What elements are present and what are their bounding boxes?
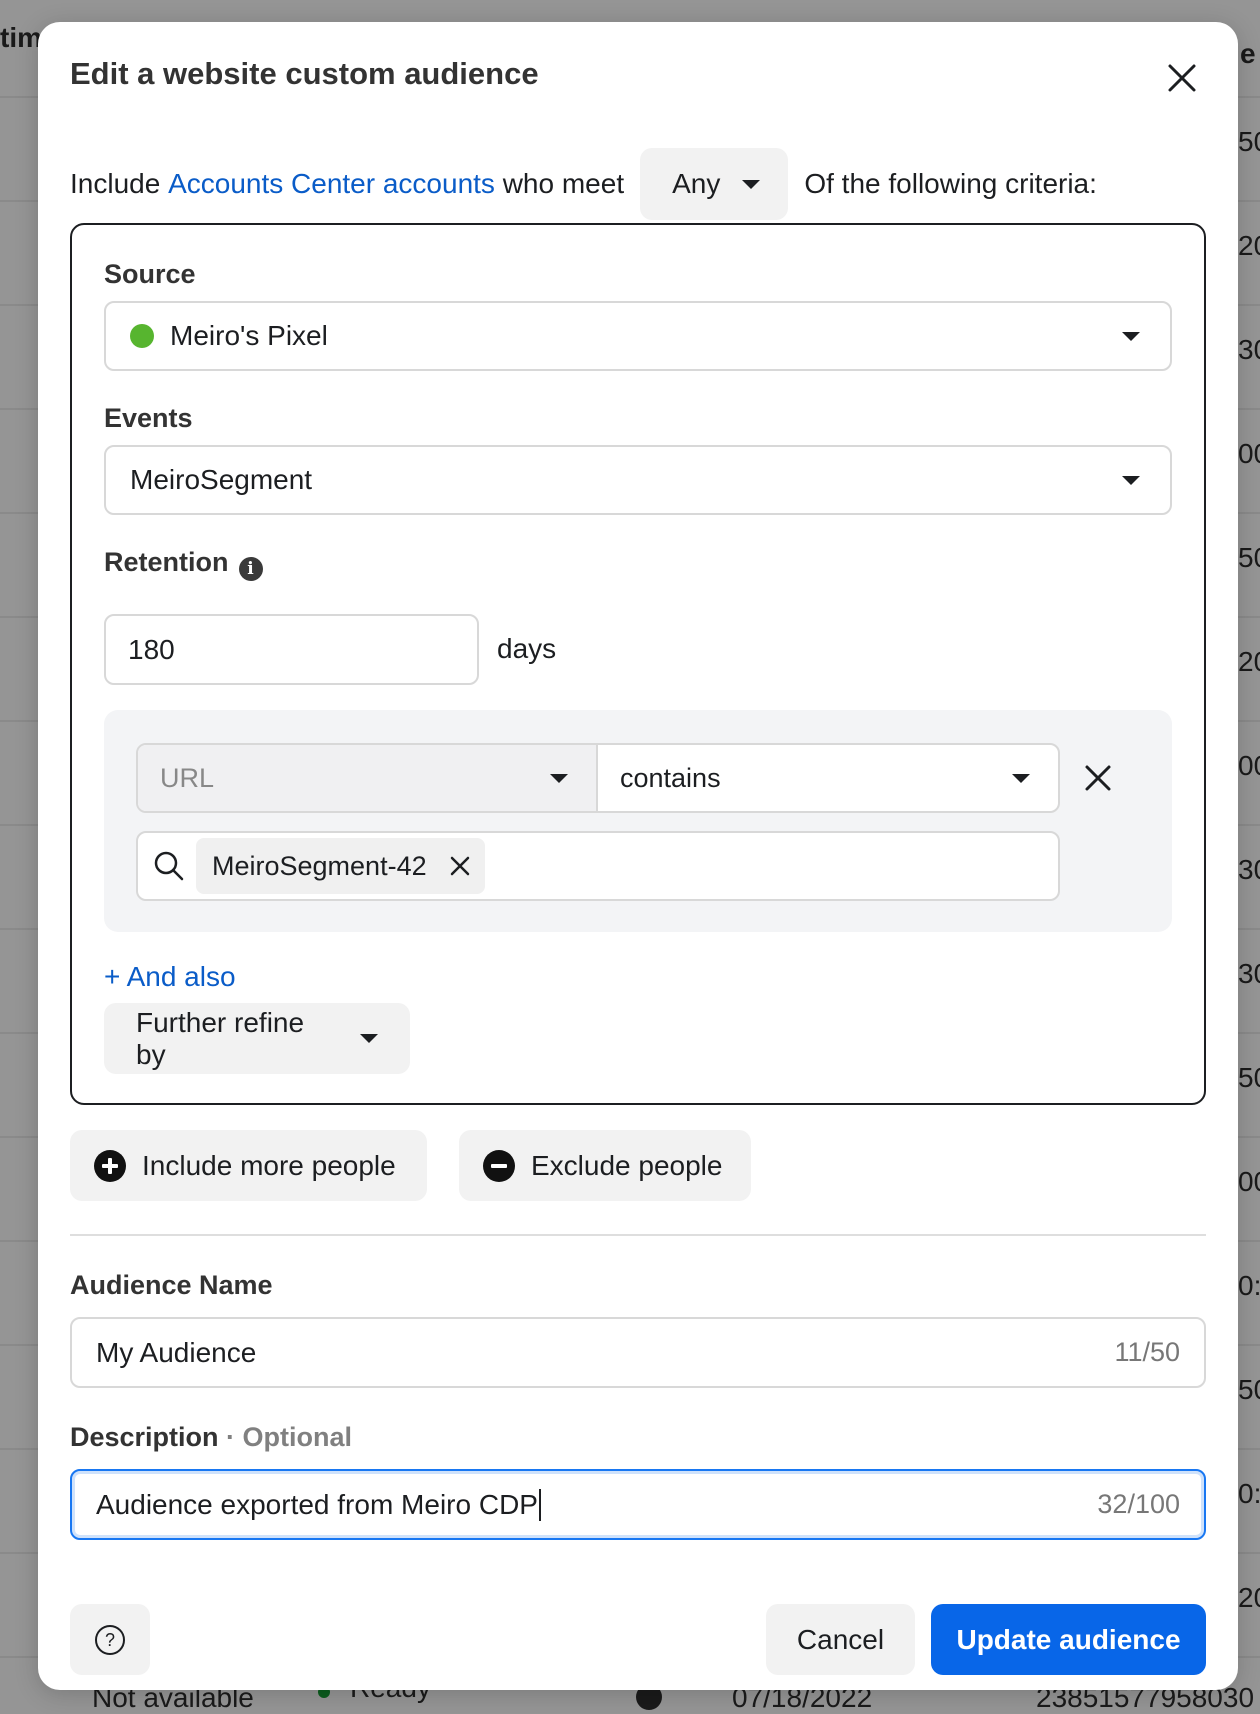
audience-name-input[interactable]: My Audience 11/50 [70, 1317, 1206, 1388]
caret-down-icon [1122, 475, 1140, 485]
close-button[interactable] [1164, 60, 1200, 96]
search-icon [154, 851, 184, 881]
retention-unit: days [497, 633, 557, 664]
match-type-dropdown[interactable]: Any [640, 148, 789, 220]
rule-operator-select[interactable]: contains [598, 745, 1058, 811]
edit-audience-dialog: Edit a website custom audience Include A… [38, 22, 1238, 1690]
token-label: MeiroSegment-42 [212, 850, 427, 881]
bg-cell: 00: [1238, 438, 1260, 469]
info-icon[interactable]: i [238, 557, 263, 581]
bg-cell: 30: [1238, 334, 1260, 365]
events-label: Events [104, 403, 193, 433]
criteria-box: Source Meiro's Pixel Events MeiroSegment… [70, 223, 1206, 1105]
accounts-center-link[interactable]: Accounts Center accounts [168, 168, 495, 200]
bg-cell: 50: [1238, 542, 1260, 573]
bg-column-header-right: e [1240, 38, 1256, 69]
value-token: MeiroSegment-42 [196, 838, 485, 894]
help-icon: ? [95, 1624, 125, 1655]
update-audience-button[interactable]: Update audience [931, 1604, 1206, 1675]
exclude-label: Exclude people [531, 1149, 723, 1181]
description-value: Audience exported from Meiro CDP [96, 1488, 538, 1520]
bg-cell: 50: [1238, 1374, 1260, 1405]
description-counter: 32/100 [1097, 1489, 1180, 1519]
bg-cell: 30: [1238, 958, 1260, 989]
bg-cell: 00: [1238, 1166, 1260, 1197]
caret-down-icon [1122, 331, 1140, 341]
bg-cell: 20: [1238, 646, 1260, 677]
retention-input[interactable]: 180 [104, 614, 479, 685]
cancel-button[interactable]: Cancel [766, 1604, 915, 1675]
remove-rule-button[interactable] [1082, 762, 1114, 794]
source-select[interactable]: Meiro's Pixel [104, 301, 1172, 371]
description-label-row: Description · Optional [70, 1422, 352, 1453]
bg-cell: 20: [1238, 1582, 1260, 1613]
further-refine-dropdown[interactable]: Further refine by [104, 1003, 410, 1074]
bg-cell: 00: [1238, 750, 1260, 781]
bg-cell: 0: [1238, 1270, 1260, 1301]
include-prefix: Include [70, 168, 169, 199]
section-divider [70, 1234, 1206, 1236]
source-value: Meiro's Pixel [170, 320, 328, 351]
retention-label: Retention [104, 547, 229, 577]
source-label: Source [104, 259, 196, 289]
source-status-dot-icon [130, 324, 154, 348]
dialog-title: Edit a website custom audience [70, 56, 539, 91]
remove-token-icon[interactable] [449, 855, 471, 877]
and-also-link[interactable]: + And also [104, 961, 236, 993]
caret-down-icon [1012, 773, 1030, 783]
minus-circle-icon [483, 1149, 515, 1182]
audience-name-counter: 11/50 [1114, 1337, 1180, 1367]
optional-tag: · Optional [218, 1422, 353, 1452]
rule-field-value: URL [160, 762, 215, 793]
plus-circle-icon [94, 1149, 126, 1182]
events-value: MeiroSegment [130, 464, 313, 495]
include-criteria-row: Include Accounts Center accounts who mee… [70, 148, 1097, 220]
match-type-value: Any [672, 168, 721, 199]
include-more-people-button[interactable]: Include more people [70, 1130, 427, 1201]
close-icon [1085, 765, 1111, 791]
close-icon [1168, 64, 1196, 92]
bg-cell: 50: [1238, 1062, 1260, 1093]
exclude-people-button[interactable]: Exclude people [459, 1130, 751, 1201]
description-input[interactable]: Audience exported from Meiro CDP 32/100 [70, 1469, 1206, 1540]
audience-name-value: My Audience [96, 1336, 257, 1368]
svg-text:?: ? [105, 1630, 115, 1650]
description-label: Description [70, 1422, 219, 1452]
rule-value-input[interactable]: MeiroSegment-42 [136, 831, 1060, 901]
caret-down-icon [742, 179, 761, 189]
retention-label-row: Retention i [104, 547, 263, 581]
further-refine-label: Further refine by [136, 1006, 305, 1070]
bg-cell: 20: [1238, 230, 1260, 261]
caret-down-icon [360, 1034, 378, 1043]
help-button[interactable]: ? [70, 1604, 150, 1675]
retention-value: 180 [128, 633, 175, 665]
text-cursor [538, 1488, 541, 1521]
include-middle: who meet [494, 168, 625, 199]
include-suffix: Of the following criteria: [804, 168, 1097, 199]
rule-operator-value: contains [620, 762, 721, 793]
bg-column-header-left: tim [0, 22, 42, 53]
bg-cell: 30: [1238, 854, 1260, 885]
events-select[interactable]: MeiroSegment [104, 445, 1172, 515]
rule-condition-row: URL contains [136, 743, 1060, 813]
bg-cell: 50: [1238, 126, 1260, 157]
rule-panel: URL contains MeiroSegment-42 [104, 710, 1172, 932]
caret-down-icon [550, 773, 568, 783]
audience-name-label: Audience Name [70, 1270, 273, 1300]
include-more-label: Include more people [142, 1149, 396, 1181]
bg-cell: 0: [1238, 1478, 1260, 1509]
rule-field-select[interactable]: URL [138, 745, 598, 811]
